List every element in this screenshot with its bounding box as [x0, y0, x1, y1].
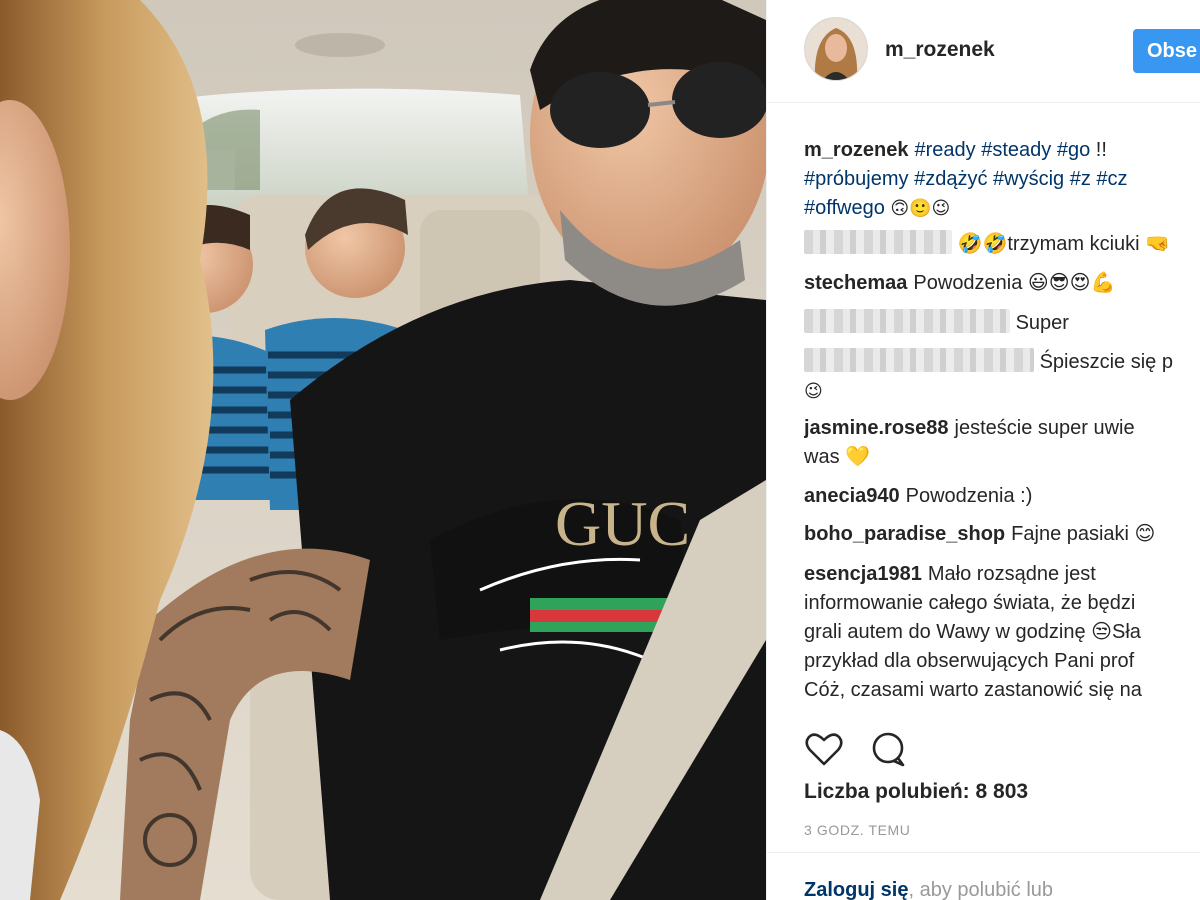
hashtag[interactable]: #z — [1070, 168, 1091, 190]
comment-text: Powodzenia :) — [905, 485, 1033, 507]
comment-text: Cóż, czasami warto zastanowić się na — [804, 679, 1142, 701]
post-actions — [804, 730, 924, 770]
comment-item: boho_paradise_shop Fajne pasiaki 😊 — [804, 520, 1200, 549]
comment-username[interactable]: esencja1981 — [804, 563, 922, 585]
comment-text: przykład dla obserwujących Pani prof — [804, 650, 1135, 672]
caption: m_rozenek #ready #steady #go !! — [804, 136, 1200, 165]
car-selfie-image: GUC — [0, 0, 766, 900]
comment-text: informowanie całego świata, że będzi — [804, 592, 1136, 614]
hashtag[interactable]: #próbujemy — [804, 168, 909, 190]
comment-item: Śpieszcie się p — [804, 348, 1200, 377]
comments-list: m_rozenek #ready #steady #go !! #próbujem… — [804, 136, 1200, 710]
follow-button[interactable]: Obse — [1133, 29, 1200, 73]
speech-bubble-icon[interactable] — [868, 730, 908, 770]
comment-item-continued: informowanie całego świata, że będzi — [804, 589, 1200, 618]
comment-text: 🤣🤣trzymam kciuki 🤜 — [957, 233, 1171, 255]
comment-text: grali autem do Wawy w godzinę 😒Sła — [804, 621, 1141, 643]
hashtag[interactable]: #steady — [981, 139, 1051, 161]
login-prompt-text: , aby polubić lub — [908, 879, 1054, 900]
comment-item: Super — [804, 309, 1200, 338]
hashtag[interactable]: #go — [1057, 139, 1090, 161]
comment-username[interactable]: m_rozenek — [804, 139, 909, 161]
comment-item: anecia940 Powodzenia :) — [804, 482, 1200, 511]
login-footer: Zaloguj się, aby polubić lub — [767, 852, 1200, 900]
hashtag[interactable]: #ready — [915, 139, 976, 161]
comment-username[interactable]: anecia940 — [804, 485, 900, 507]
post-header: m_rozenek Obse — [767, 0, 1200, 103]
avatar-image — [805, 18, 867, 80]
comment-text: Super — [1015, 312, 1069, 334]
comment-text: Fajne pasiaki 😊 — [1011, 523, 1156, 545]
svg-text:GUC: GUC — [555, 488, 690, 559]
post-side-panel: m_rozenek Obse m_rozenek #ready #steady #… — [766, 0, 1200, 900]
login-prompt: Zaloguj się, aby polubić lub — [804, 879, 1053, 900]
hashtag[interactable]: #cz — [1096, 168, 1127, 190]
comment-text: Powodzenia 😃😎😍💪 — [913, 272, 1116, 294]
caption-text: !! — [1095, 139, 1107, 161]
comment-username[interactable]: stechemaa — [804, 272, 907, 294]
emoji: 🙃🙂😉 — [890, 198, 951, 218]
emoji: 😉 — [804, 381, 823, 401]
comment-item-continued: was 💛 — [804, 443, 1200, 472]
comment-item-continued: Cóż, czasami warto zastanowić się na — [804, 676, 1200, 705]
caption-line-2: #próbujemy #zdążyć #wyścig #z #cz — [804, 165, 1200, 194]
caption-line-3: #offwego 🙃🙂😉 — [804, 194, 1200, 223]
blurred-username — [804, 309, 1010, 333]
comment-item-continued: grali autem do Wawy w godzinę 😒Sła — [804, 618, 1200, 647]
comment-username[interactable]: jasmine.rose88 — [804, 417, 949, 439]
comment-text: Śpieszcie się p — [1039, 351, 1173, 373]
post-photo[interactable]: GUC — [0, 0, 766, 900]
comment-text: Mało rozsądne jest — [927, 563, 1096, 585]
comment-item: 🤣🤣trzymam kciuki 🤜 — [804, 230, 1200, 259]
comment-item-continued: przykład dla obserwujących Pani prof — [804, 647, 1200, 676]
hashtag[interactable]: #zdążyć — [914, 168, 987, 190]
heart-outline-icon[interactable] — [804, 730, 844, 770]
comment-username[interactable]: boho_paradise_shop — [804, 523, 1005, 545]
header-username[interactable]: m_rozenek — [885, 38, 995, 62]
comment-text: was 💛 — [804, 446, 871, 468]
comment-item-continued: 😉 — [804, 377, 1200, 406]
avatar[interactable] — [804, 17, 868, 81]
post-timestamp: 3 GODZ. TEMU — [804, 822, 911, 838]
login-link[interactable]: Zaloguj się — [804, 879, 908, 900]
hashtag[interactable]: #wyścig — [993, 168, 1064, 190]
comment-text: jesteście super uwie — [954, 417, 1135, 439]
likes-count[interactable]: Liczba polubień: 8 803 — [804, 780, 1028, 804]
blurred-username — [804, 348, 1034, 372]
comment-item: esencja1981 Mało rozsądne jest — [804, 560, 1200, 589]
hashtag[interactable]: #offwego — [804, 197, 885, 219]
comment-item: stechemaa Powodzenia 😃😎😍💪 — [804, 269, 1200, 298]
blurred-username — [804, 230, 952, 254]
comment-item: jasmine.rose88 jesteście super uwie — [804, 414, 1200, 443]
